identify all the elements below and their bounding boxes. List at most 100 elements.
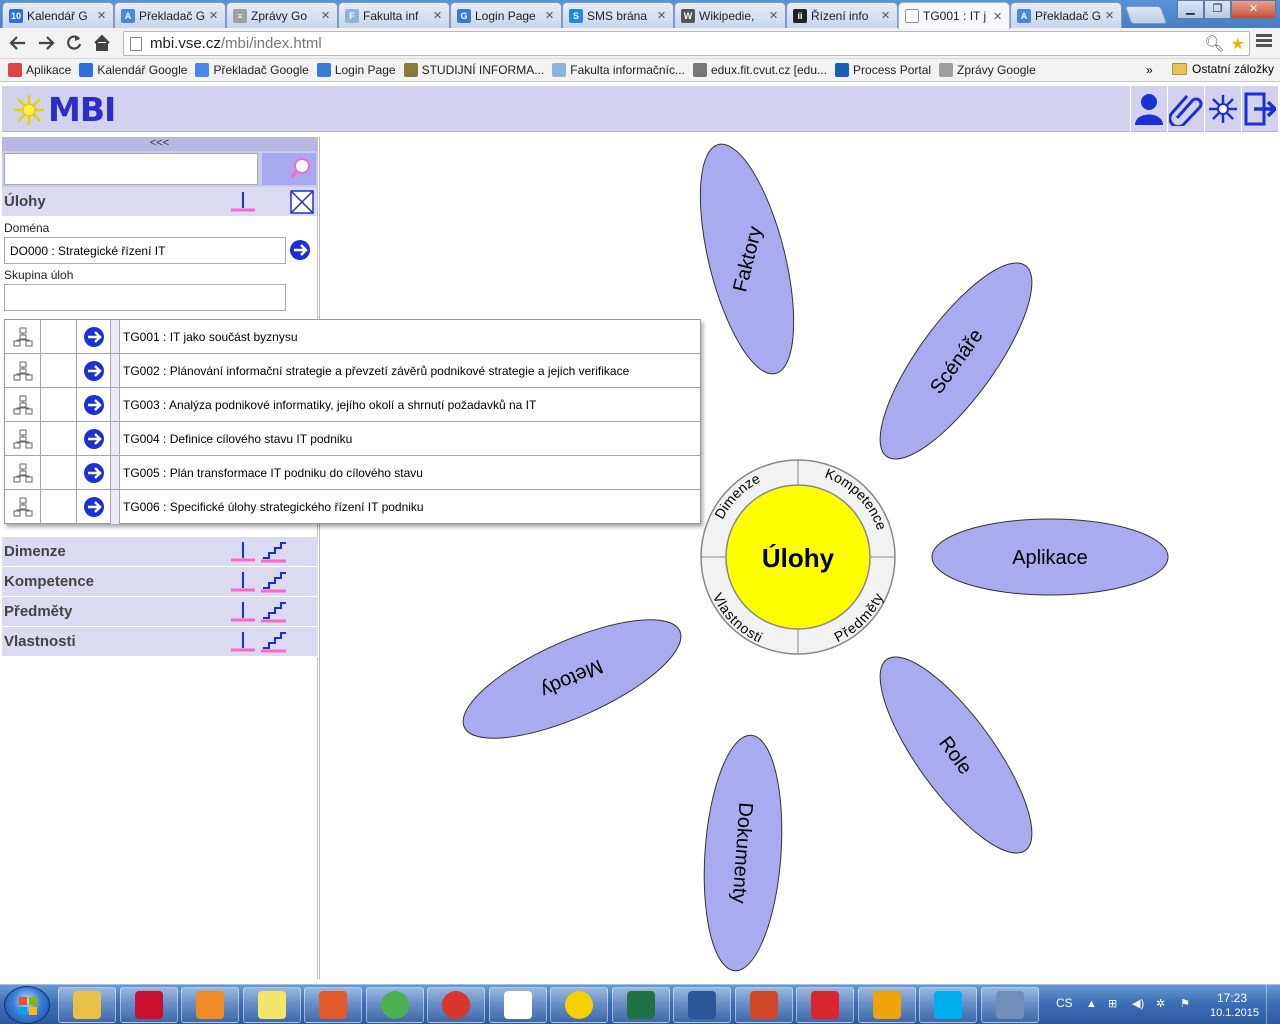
taskbar-word[interactable] [673,987,731,1023]
tree-view-button[interactable] [5,422,41,455]
mbi-logo[interactable]: MBI [12,90,116,129]
other-bookmarks[interactable]: Ostatní záložky [1172,62,1274,76]
search-button[interactable] [262,153,316,185]
tree-view-button[interactable] [5,456,41,489]
close-window-button[interactable]: ✕ [1231,0,1276,19]
bookmark-item[interactable]: STUDIJNÍ INFORMA... [403,63,544,77]
bookmarks-overflow-button[interactable]: » [1146,63,1153,77]
task-group-row[interactable]: TG005 : Plán transformace IT podniku do … [5,456,700,490]
taskbar-powerpoint[interactable] [734,987,793,1023]
petal-3[interactable]: Role [856,637,1056,873]
bookmark-item[interactable]: Fakulta informačníc... [552,63,685,77]
volume-icon[interactable]: ◀) [1132,998,1144,1010]
home-button[interactable] [88,29,116,57]
section-ulohy[interactable]: Úlohy [2,187,317,217]
open-task-group-button[interactable] [77,456,111,489]
tab-close-icon[interactable]: ✕ [209,9,219,22]
task-group-row[interactable]: TG001 : IT jako součást byznysu [5,320,700,354]
tree-view-button[interactable] [5,388,41,421]
task-group-row[interactable]: TG003 : Analýza podnikové informatiky, j… [5,388,700,422]
petal-0[interactable]: Faktory [682,137,813,383]
tab-close-icon[interactable]: ✕ [321,9,331,22]
open-task-group-button[interactable] [77,388,111,421]
browser-tab[interactable]: G Login Page ✕ [450,2,562,28]
hierarchy-icon[interactable] [230,630,256,654]
bookmark-item[interactable]: edux.fit.cvut.cz [edu... [692,63,827,77]
clock-date[interactable]: 10.1.2015 [1210,1007,1259,1019]
search-input[interactable] [4,153,258,185]
tree-view-button[interactable] [5,490,41,524]
bookmark-item[interactable]: Process Portal [835,63,931,77]
attachment-button[interactable] [1167,86,1204,132]
bookmark-item[interactable]: Překladač Google [195,63,309,77]
taskbar-sticky-notes[interactable] [242,987,301,1023]
new-tab-button[interactable] [1124,6,1168,24]
browser-tab[interactable]: 10 Kalendář G ✕ [2,2,114,28]
open-task-group-button[interactable] [77,354,111,387]
hierarchy-icon[interactable] [230,540,256,564]
stairs-icon[interactable] [260,540,286,564]
start-button[interactable] [4,986,50,1024]
language-indicator[interactable]: CS [1056,996,1073,1010]
task-group-row[interactable]: TG002 : Plánování informační strategie a… [5,354,700,388]
taskbar-paint[interactable] [304,987,362,1023]
petal-1[interactable]: Scénáře [856,243,1056,479]
tab-close-icon[interactable]: ✕ [657,9,667,22]
taskbar-excel[interactable] [611,987,670,1023]
taskbar-chrome[interactable] [365,987,424,1023]
task-group-label[interactable]: TG001 : IT jako součást byznysu [120,320,700,353]
taskbar-outlook[interactable] [857,987,916,1023]
maximize-button[interactable]: ❐ [1204,0,1231,19]
minimize-button[interactable]: ▁ [1177,0,1204,19]
stairs-icon[interactable] [260,630,286,654]
bookmark-item[interactable]: Aplikace [8,63,71,77]
bookmark-item[interactable]: Zprávy Google [939,63,1036,77]
tab-close-icon[interactable]: ✕ [97,9,107,22]
tab-close-icon[interactable]: ✕ [545,9,555,22]
tab-close-icon[interactable]: ✕ [769,9,779,22]
open-task-group-button[interactable] [77,422,111,455]
stairs-icon[interactable] [260,600,286,624]
forward-button[interactable] [32,29,60,57]
bookmark-star-icon[interactable]: ★ [1231,34,1245,54]
section-item[interactable]: Kompetence [2,567,318,597]
tab-close-icon[interactable]: ✕ [881,9,891,22]
browser-tab[interactable]: ≡ Zprávy Go ✕ [226,2,338,28]
collapse-panel-button[interactable]: <<< [2,137,317,151]
browser-tab[interactable]: F Fakulta inf ✕ [338,2,450,28]
taskbar-circle-app[interactable] [550,987,608,1023]
taskbar-help-app[interactable] [427,987,485,1023]
user-button[interactable] [1130,86,1167,132]
reload-button[interactable] [60,29,88,57]
stairs-icon[interactable] [260,570,286,594]
taskbar-tiles-app[interactable] [488,987,547,1023]
section-item[interactable]: Vlastnosti [2,627,318,657]
task-group-label[interactable]: TG006 : Specifické úlohy strategického ř… [120,490,700,524]
domain-field[interactable]: DO000 : Strategické řízení IT [4,237,286,264]
open-task-group-button[interactable] [77,320,111,353]
petal-2[interactable]: Aplikace [931,518,1169,596]
section-item[interactable]: Dimenze [2,537,318,567]
close-box-icon[interactable] [290,190,316,214]
browser-tab[interactable]: W Wikipedie, ✕ [674,2,786,28]
tab-close-icon[interactable]: ✕ [993,10,1003,23]
task-group-label[interactable]: TG005 : Plán transformace IT podniku do … [120,456,700,489]
chrome-menu-button[interactable] [1256,34,1272,50]
tab-close-icon[interactable]: ✕ [1105,9,1115,22]
tree-view-button[interactable] [5,320,41,353]
taskbar-media-player[interactable] [181,987,239,1023]
browser-tab[interactable]: íi Řízení info ✕ [786,2,898,28]
settings-tray-icon[interactable]: ✲ [1156,998,1168,1010]
taskbar-acrobat[interactable] [796,987,854,1023]
browser-tab[interactable]: A Překladač G ✕ [1010,2,1122,28]
group-field[interactable] [4,284,286,311]
back-button[interactable] [4,29,32,57]
hierarchy-icon[interactable] [230,570,256,594]
network-icon[interactable]: ⊞ [1108,998,1120,1010]
show-desktop-button[interactable] [1266,985,1280,1025]
clock-time[interactable]: 17:23 [1217,991,1247,1005]
browser-tab[interactable]: TG001 : IT j ✕ [898,2,1010,29]
sun-button[interactable] [1204,86,1241,132]
browser-tab[interactable]: S SMS brána ✕ [562,2,674,28]
browser-tab[interactable]: A Překladač G ✕ [114,2,226,28]
